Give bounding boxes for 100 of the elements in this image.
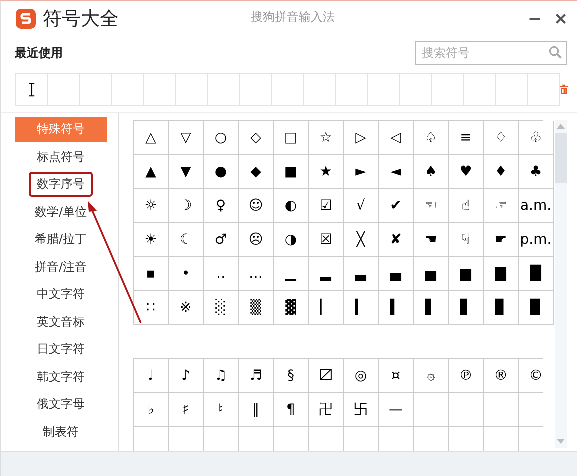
symbol-cell[interactable]: ≡: [449, 121, 484, 155]
symbol-cell[interactable]: ♯: [169, 393, 204, 427]
symbol-cell[interactable]: ☒: [309, 223, 344, 257]
search-icon[interactable]: [549, 46, 562, 59]
category-tab[interactable]: 韩文字符: [15, 364, 107, 390]
symbol-cell[interactable]: [414, 393, 449, 427]
symbol-cell[interactable]: ☞: [484, 189, 519, 223]
category-tab[interactable]: 数学/单位: [15, 200, 107, 224]
symbol-cell[interactable]: ☚: [414, 223, 449, 257]
category-tab[interactable]: 希腊/拉丁: [15, 227, 107, 252]
symbol-cell[interactable]: ☑: [309, 189, 344, 223]
symbol-cell[interactable]: •: [169, 257, 204, 291]
symbol-cell[interactable]: ♪: [169, 359, 204, 393]
symbol-cell[interactable]: ♬: [239, 359, 274, 393]
symbol-cell[interactable]: ◄: [379, 155, 414, 189]
symbol-cell[interactable]: ※: [169, 291, 204, 325]
minimize-icon[interactable]: [529, 18, 541, 20]
symbol-cell[interactable]: ▃: [344, 257, 379, 291]
symbol-cell[interactable]: 〼: [309, 359, 344, 393]
symbol-cell[interactable]: ♢: [484, 121, 519, 155]
symbol-cell[interactable]: ◁: [379, 121, 414, 155]
symbol-cell[interactable]: p.m.: [519, 223, 554, 257]
symbol-cell[interactable]: 卐: [344, 393, 379, 427]
symbol-cell[interactable]: ✔: [379, 189, 414, 223]
symbol-cell[interactable]: —: [379, 393, 414, 427]
symbol-cell[interactable]: ▽: [169, 121, 204, 155]
symbol-cell[interactable]: ▋: [449, 291, 484, 325]
symbol-cell[interactable]: △: [134, 121, 169, 155]
symbol-cell[interactable]: ♂: [204, 223, 239, 257]
symbol-cell[interactable]: ♦: [484, 155, 519, 189]
symbol-cell[interactable]: ♫: [204, 359, 239, 393]
symbol-cell[interactable]: ☀: [134, 223, 169, 257]
category-tab[interactable]: 拼音/注音: [15, 254, 107, 280]
category-tab[interactable]: 标点符号: [15, 144, 107, 170]
symbol-cell[interactable]: ▼: [169, 155, 204, 189]
symbol-cell[interactable]: ☼: [134, 189, 169, 223]
close-icon[interactable]: [555, 13, 567, 25]
trash-icon[interactable]: [560, 83, 568, 96]
symbol-cell[interactable]: ¤: [379, 359, 414, 393]
symbol-cell[interactable]: ●: [204, 155, 239, 189]
symbol-cell[interactable]: ▊: [484, 291, 519, 325]
symbol-cell[interactable]: ○: [204, 121, 239, 155]
symbol-cell[interactable]: ▎: [344, 291, 379, 325]
symbol-cell[interactable]: ℗: [449, 359, 484, 393]
symbol-cell[interactable]: ☟: [449, 223, 484, 257]
symbol-cell[interactable]: ▅: [414, 257, 449, 291]
category-tab[interactable]: 英文音标: [15, 310, 107, 334]
symbol-cell[interactable]: ♠: [414, 155, 449, 189]
category-tab[interactable]: 俄文字母: [15, 392, 107, 417]
symbol-cell[interactable]: █: [519, 257, 554, 291]
symbol-cell[interactable]: ░: [204, 291, 239, 325]
symbol-cell[interactable]: …: [239, 257, 274, 291]
symbol-cell[interactable]: ♤: [414, 121, 449, 155]
search-field[interactable]: 搜索符号: [415, 41, 567, 65]
symbol-cell[interactable]: [449, 393, 484, 427]
category-tab[interactable]: 中文字符: [15, 282, 107, 307]
symbol-cell[interactable]: ♧: [519, 121, 554, 155]
symbol-cell[interactable]: ☆: [309, 121, 344, 155]
symbol-cell[interactable]: §: [274, 359, 309, 393]
symbol-cell[interactable]: [484, 393, 519, 427]
symbol-cell[interactable]: ∷: [134, 291, 169, 325]
symbol-cell[interactable]: ®: [484, 359, 519, 393]
symbol-cell[interactable]: ‥: [204, 257, 239, 291]
symbol-cell[interactable]: 卍: [309, 393, 344, 427]
symbol-cell[interactable]: ▪: [134, 257, 169, 291]
symbol-cell[interactable]: ▉: [519, 291, 554, 325]
symbol-cell[interactable]: ۞: [414, 359, 449, 393]
scroll-down-icon[interactable]: [557, 439, 565, 444]
symbol-cell[interactable]: ►: [344, 155, 379, 189]
symbol-cell[interactable]: ▇: [484, 257, 519, 291]
symbol-cell[interactable]: ▏: [309, 291, 344, 325]
symbol-cell[interactable]: ◑: [274, 223, 309, 257]
symbol-cell[interactable]: ▁: [274, 257, 309, 291]
symbol-cell[interactable]: ☺: [239, 189, 274, 223]
symbol-cell[interactable]: ☝: [449, 189, 484, 223]
symbol-cell[interactable]: ◆: [239, 155, 274, 189]
symbol-cell[interactable]: ♀: [204, 189, 239, 223]
symbol-cell[interactable]: √: [344, 189, 379, 223]
symbol-cell[interactable]: ✘: [379, 223, 414, 257]
symbol-cell[interactable]: ♣: [519, 155, 554, 189]
symbol-cell[interactable]: ◇: [239, 121, 274, 155]
symbol-cell[interactable]: ☹: [239, 223, 274, 257]
symbol-cell[interactable]: ♮: [204, 393, 239, 427]
symbol-cell[interactable]: ☛: [484, 223, 519, 257]
symbol-cell[interactable]: ☽: [169, 189, 204, 223]
symbol-cell[interactable]: ♭: [134, 393, 169, 427]
symbol-cell[interactable]: ☜: [414, 189, 449, 223]
symbol-cell[interactable]: ☾: [169, 223, 204, 257]
symbol-cell[interactable]: ‖: [239, 393, 274, 427]
symbol-cell[interactable]: ╳: [344, 223, 379, 257]
symbol-cell[interactable]: ¶: [274, 393, 309, 427]
highlighted-category-tab[interactable]: 数字序号: [29, 172, 93, 197]
category-tab[interactable]: 日文字符: [15, 337, 107, 362]
symbol-cell[interactable]: ▂: [309, 257, 344, 291]
symbol-cell[interactable]: ▷: [344, 121, 379, 155]
symbol-cell[interactable]: ©: [519, 359, 543, 393]
symbol-cell[interactable]: ▌: [414, 291, 449, 325]
symbol-cell[interactable]: ♩: [134, 359, 169, 393]
symbol-cell[interactable]: ♥: [449, 155, 484, 189]
symbol-cell[interactable]: ▲: [134, 155, 169, 189]
